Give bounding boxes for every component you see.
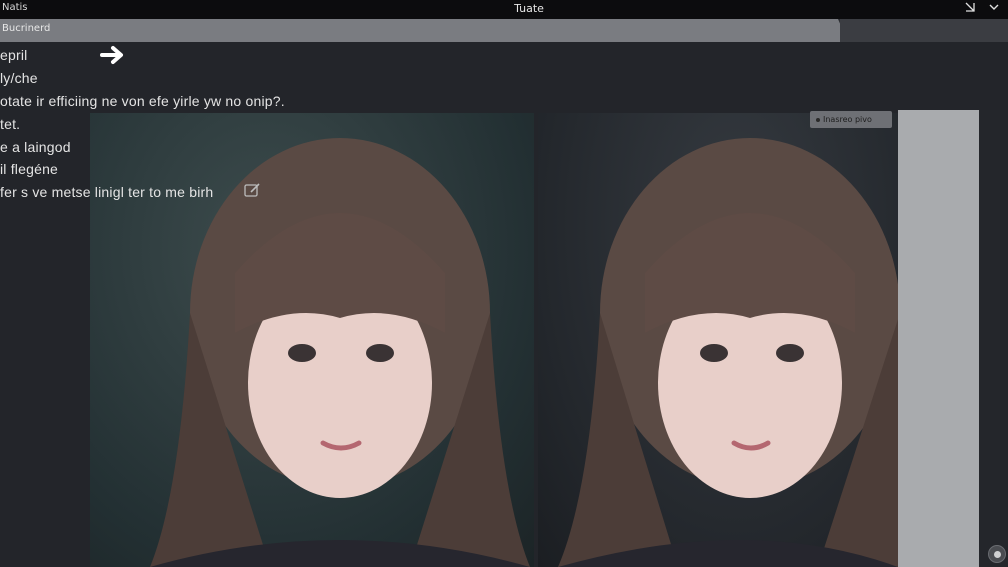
side-panel — [898, 110, 979, 567]
window-title: Tuate — [514, 2, 544, 15]
record-icon[interactable] — [988, 545, 1006, 563]
scroll-gutter[interactable] — [979, 110, 1008, 567]
chevron-down-icon[interactable] — [986, 0, 1002, 19]
tab-strip: Bucrinerd — [0, 19, 1008, 42]
minimize-icon[interactable] — [962, 0, 978, 19]
portrait-image-right — [558, 138, 898, 567]
image-badge[interactable]: Inasreo pivo — [810, 111, 892, 128]
image-panel-left[interactable] — [90, 113, 534, 567]
log-line: ly/che — [0, 70, 38, 86]
log-line: otate ir efficiing ne von efe yirle yw n… — [0, 93, 285, 109]
log-line: tet. — [0, 116, 21, 132]
tab-bar — [0, 19, 840, 42]
log-line: e a laingod — [0, 139, 71, 155]
image-panel-right[interactable] — [538, 113, 898, 567]
image-badge-label: Inasreo pivo — [823, 115, 872, 124]
edit-icon[interactable] — [244, 182, 262, 198]
log-line: il flegéne — [0, 161, 59, 177]
tab-main[interactable]: Bucrinerd — [2, 23, 50, 34]
portrait-image-left — [150, 138, 530, 567]
log-line: epril — [0, 47, 28, 63]
log-line: fer s ve metse linigl ter to me birh — [0, 184, 214, 200]
arrow-right-icon[interactable] — [100, 44, 126, 66]
tab-strip-empty — [840, 19, 1008, 42]
title-bar: Natis Tuate — [0, 0, 1008, 19]
dot-icon — [816, 117, 820, 122]
